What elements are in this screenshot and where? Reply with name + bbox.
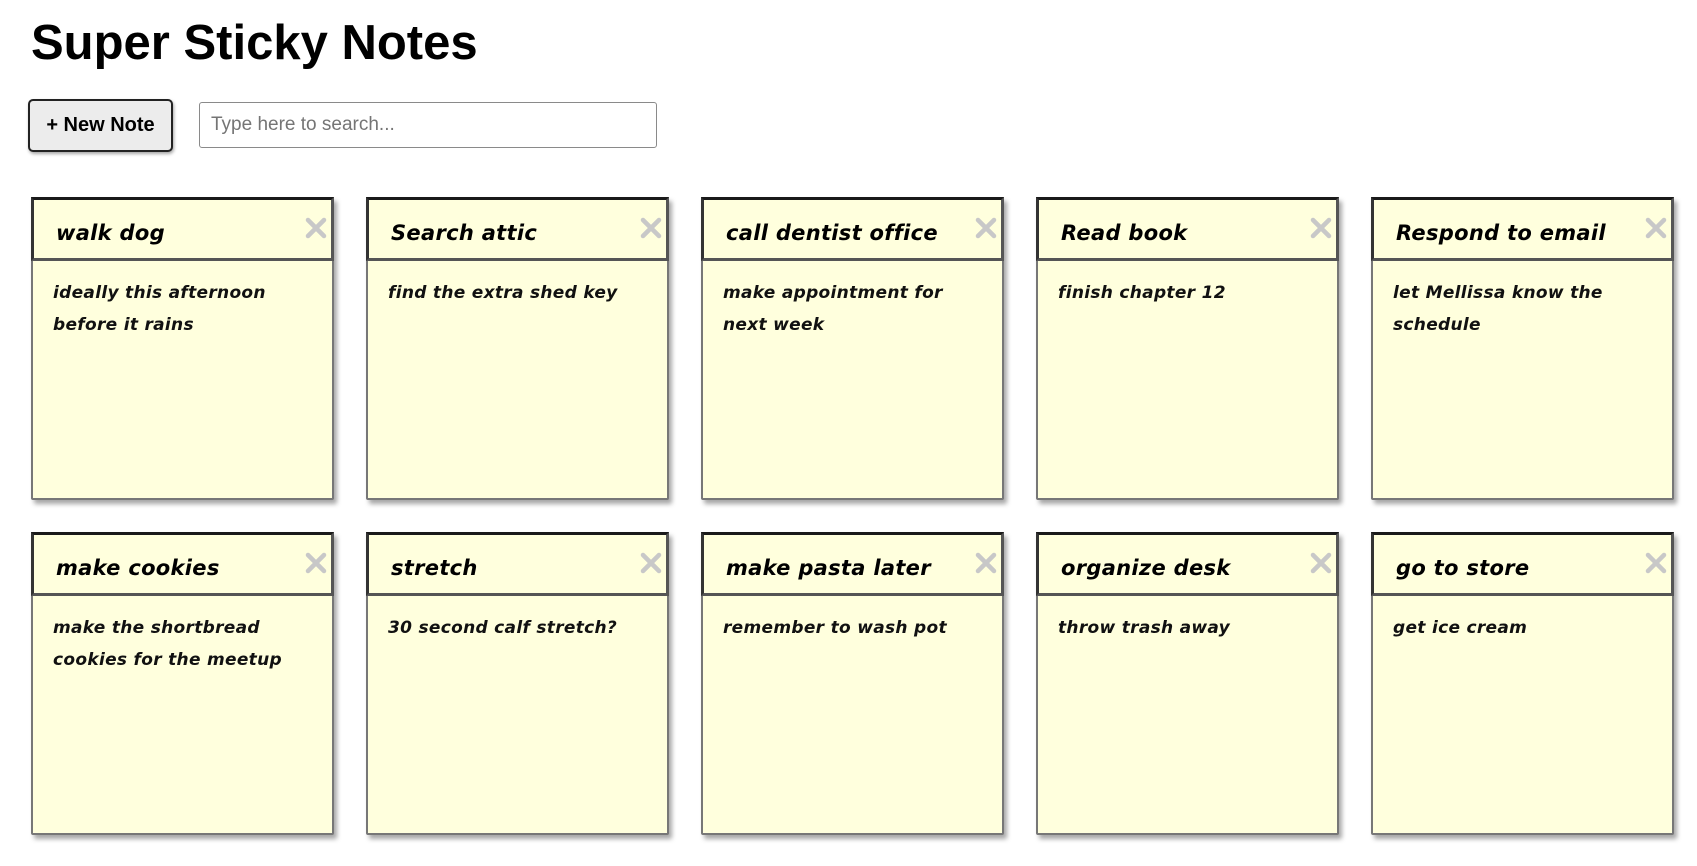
sticky-note[interactable]: Respond to email let Mellissa know the sc…	[1371, 197, 1674, 500]
close-icon	[638, 215, 664, 241]
note-title[interactable]: Respond to email	[1396, 221, 1606, 245]
sticky-note[interactable]: make cookies make the shortbread cookies …	[31, 532, 334, 835]
note-body[interactable]: make the shortbread cookies for the meet…	[33, 596, 332, 676]
note-header: Read book	[1036, 197, 1339, 261]
delete-note-button[interactable]	[973, 550, 999, 576]
note-title[interactable]: Read book	[1061, 221, 1187, 245]
close-icon	[1308, 550, 1334, 576]
note-header: Search attic	[366, 197, 669, 261]
page-title: Super Sticky Notes	[31, 16, 478, 70]
note-body[interactable]: let Mellissa know the schedule	[1373, 261, 1672, 341]
app-root: Super Sticky Notes + New Note walk dog id…	[0, 0, 1697, 866]
note-body[interactable]: throw trash away	[1038, 596, 1337, 644]
notes-grid: walk dog ideally this afternoon before it…	[31, 197, 1681, 835]
delete-note-button[interactable]	[1308, 550, 1334, 576]
note-body[interactable]: ideally this afternoon before it rains	[33, 261, 332, 341]
delete-note-button[interactable]	[1643, 550, 1669, 576]
note-title[interactable]: go to store	[1396, 556, 1529, 580]
note-body[interactable]: get ice cream	[1373, 596, 1672, 644]
note-body[interactable]: 30 second calf stretch?	[368, 596, 667, 644]
close-icon	[303, 215, 329, 241]
search-input[interactable]	[199, 102, 657, 148]
delete-note-button[interactable]	[1308, 215, 1334, 241]
note-title[interactable]: organize desk	[1061, 556, 1231, 580]
sticky-note[interactable]: go to store get ice cream	[1371, 532, 1674, 835]
close-icon	[1643, 550, 1669, 576]
close-icon	[303, 550, 329, 576]
note-body[interactable]: finish chapter 12	[1038, 261, 1337, 309]
delete-note-button[interactable]	[638, 215, 664, 241]
close-icon	[638, 550, 664, 576]
sticky-note[interactable]: Search attic find the extra shed key	[366, 197, 669, 500]
note-header: call dentist office	[701, 197, 1004, 261]
note-header: organize desk	[1036, 532, 1339, 596]
sticky-note[interactable]: Read book finish chapter 12	[1036, 197, 1339, 500]
note-header: make pasta later	[701, 532, 1004, 596]
note-title[interactable]: call dentist office	[726, 221, 938, 245]
sticky-note[interactable]: stretch 30 second calf stretch?	[366, 532, 669, 835]
note-header: stretch	[366, 532, 669, 596]
note-title[interactable]: make cookies	[56, 556, 220, 580]
sticky-note[interactable]: organize desk throw trash away	[1036, 532, 1339, 835]
note-title[interactable]: stretch	[391, 556, 478, 580]
close-icon	[1308, 215, 1334, 241]
note-header: go to store	[1371, 532, 1674, 596]
sticky-note[interactable]: call dentist office make appointment for …	[701, 197, 1004, 500]
close-icon	[1643, 215, 1669, 241]
delete-note-button[interactable]	[303, 550, 329, 576]
delete-note-button[interactable]	[638, 550, 664, 576]
note-body[interactable]: remember to wash pot	[703, 596, 1002, 644]
close-icon	[973, 215, 999, 241]
note-header: make cookies	[31, 532, 334, 596]
note-body[interactable]: find the extra shed key	[368, 261, 667, 309]
note-title[interactable]: walk dog	[56, 221, 165, 245]
note-title[interactable]: Search attic	[391, 221, 537, 245]
note-header: Respond to email	[1371, 197, 1674, 261]
sticky-note[interactable]: make pasta later remember to wash pot	[701, 532, 1004, 835]
note-header: walk dog	[31, 197, 334, 261]
sticky-note[interactable]: walk dog ideally this afternoon before it…	[31, 197, 334, 500]
note-title[interactable]: make pasta later	[726, 556, 931, 580]
delete-note-button[interactable]	[1643, 215, 1669, 241]
toolbar: + New Note	[28, 98, 657, 152]
delete-note-button[interactable]	[973, 215, 999, 241]
close-icon	[973, 550, 999, 576]
note-body[interactable]: make appointment for next week	[703, 261, 1002, 341]
delete-note-button[interactable]	[303, 215, 329, 241]
new-note-button[interactable]: + New Note	[28, 98, 173, 152]
